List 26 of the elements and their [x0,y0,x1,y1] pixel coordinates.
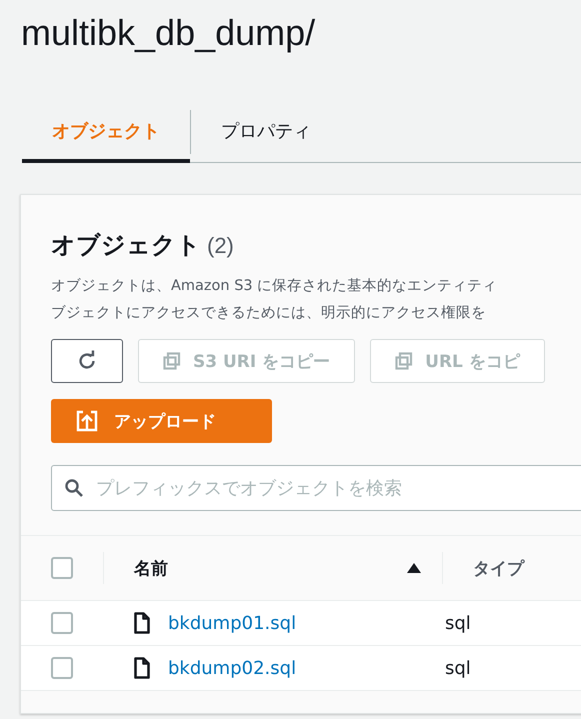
column-header[interactable]: 名前 [134,556,168,580]
refresh-button[interactable] [51,339,123,383]
table-cell-text: sql [444,658,471,678]
copy-icon [395,352,414,370]
column-header[interactable]: タイプ [473,558,524,578]
description-text: オブジェクトは、Amazon S3 に保存された基本的なエンティティ [50,277,498,296]
file-link[interactable]: bkdump02.sql [168,658,296,678]
upload-icon [76,410,98,432]
checkbox[interactable] [51,657,73,679]
checkbox[interactable] [51,612,73,634]
file-icon [134,657,150,679]
tab[interactable]: オブジェクト [22,102,190,162]
upload-button[interactable]: アップロード [51,399,272,443]
description-text: ブジェクトにアクセスできるためには、明示的にアクセス権限を [50,304,487,323]
file-icon [134,612,150,634]
search-icon [64,478,84,498]
file-link[interactable]: bkdump01.sql [168,612,296,634]
checkbox[interactable] [51,557,73,579]
panel-heading: オブジェクト [51,230,201,261]
folder-title: multibk_db_dump/ [20,11,316,55]
table-cell-text: sql [444,612,471,634]
tab[interactable]: プロパティ [191,102,341,162]
sort-icon[interactable] [406,562,422,574]
search-field[interactable]: プレフィックスでオブジェクトを検索 [51,465,581,511]
copy-icon [163,352,181,370]
object-count: (2) [207,233,234,259]
